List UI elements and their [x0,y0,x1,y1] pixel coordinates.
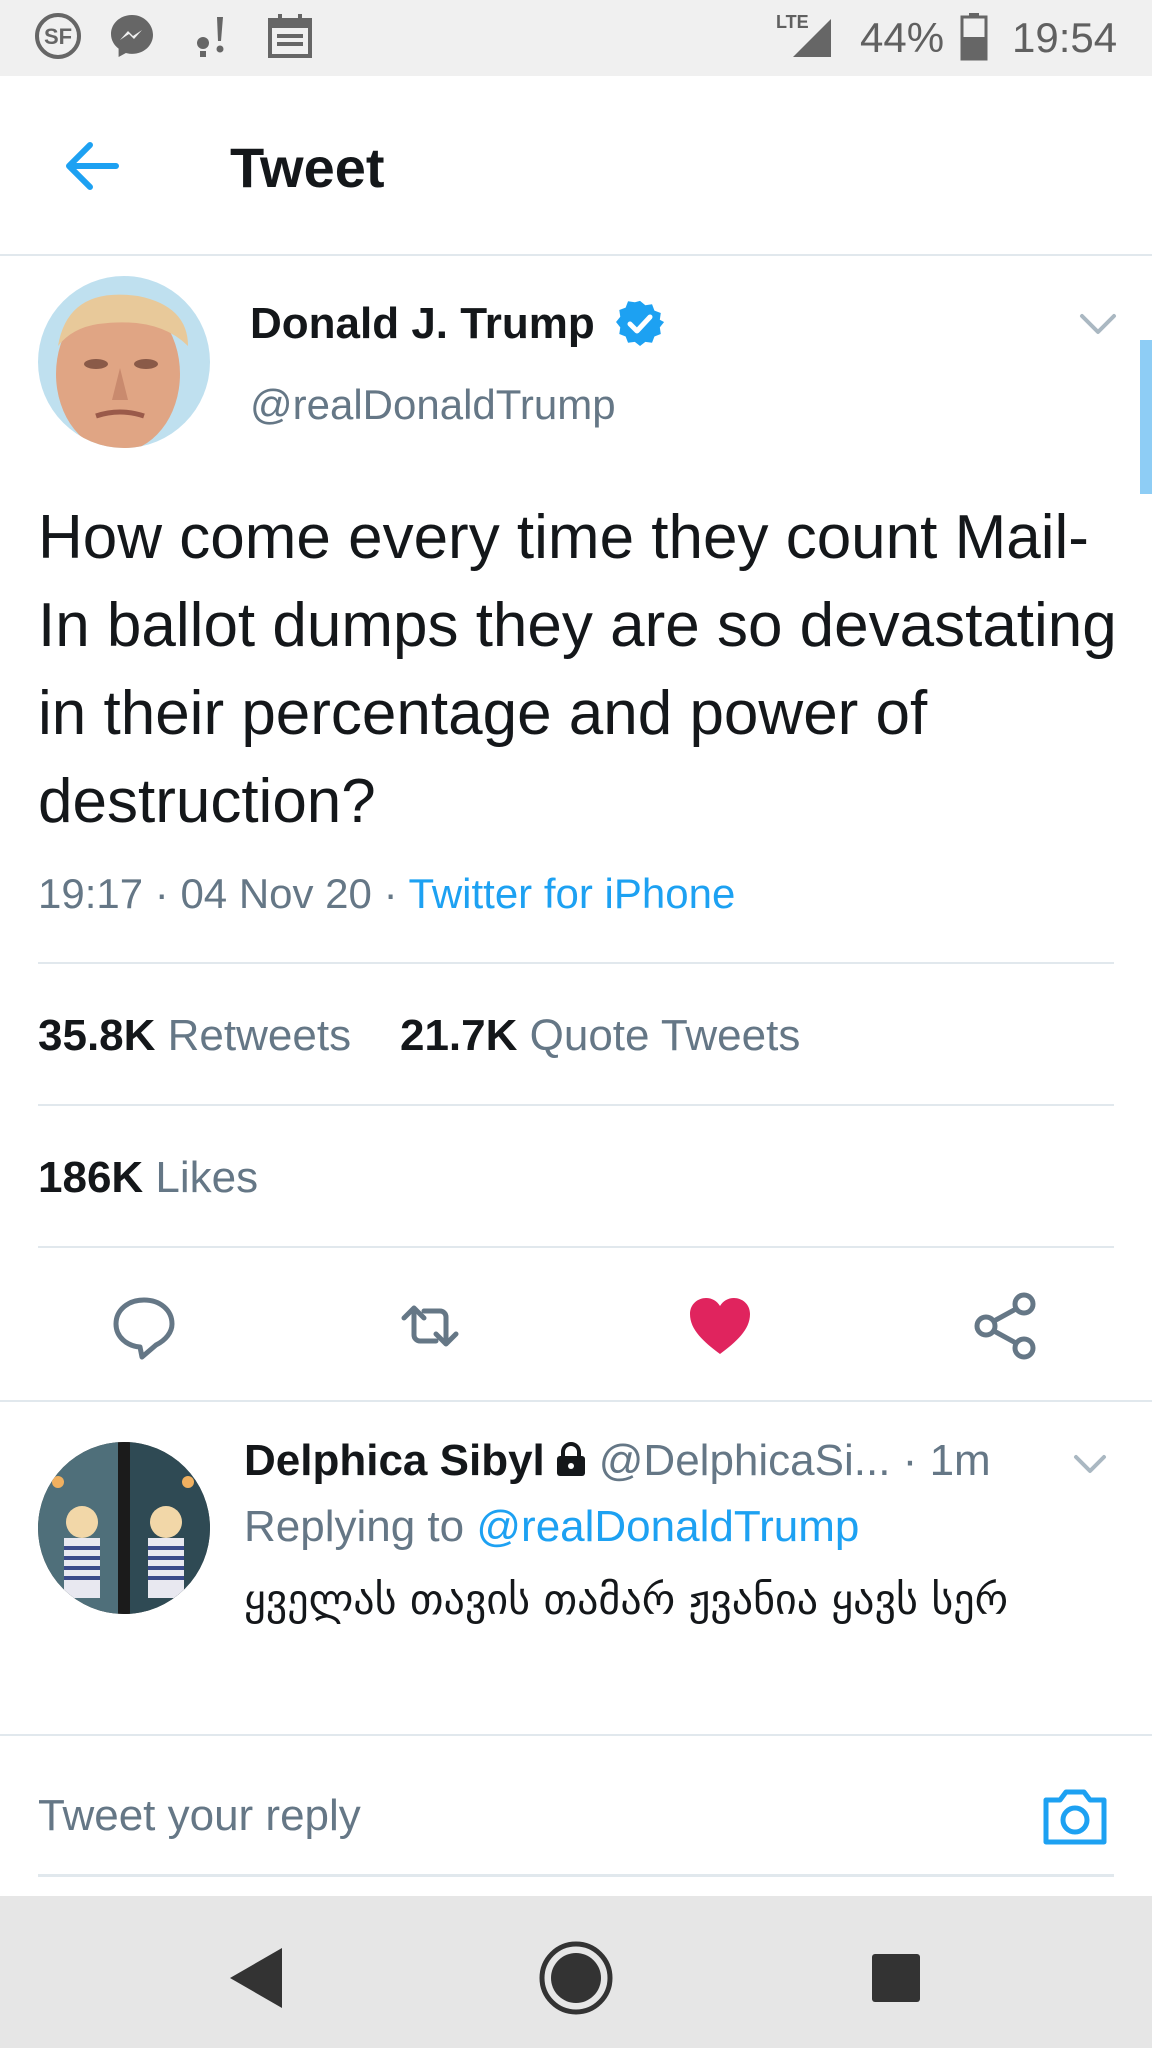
reply-handle[interactable]: @DelphicaSi... [599,1436,891,1485]
reply-age: 1m [929,1436,991,1485]
replying-label: Replying to [244,1502,465,1551]
input-underline [38,1874,1114,1877]
replying-to-mention[interactable]: @realDonaldTrump [476,1502,859,1551]
quotes-count: 21.7K [399,1011,518,1060]
author-name[interactable]: Donald J. Trump [250,296,595,352]
tweet-date: 04 Nov 20 [180,870,372,917]
reply-input[interactable]: Tweet your reply [38,1788,361,1844]
reply-header: Delphica Sibyl @DelphicaSi... · 1m [244,1432,991,1490]
reply-icon[interactable] [108,1290,180,1362]
battery-icon [956,12,992,61]
meta-separator: · [154,870,181,917]
retweets-stat[interactable]: 35.8K Retweets [38,1011,351,1060]
chevron-down-icon[interactable] [1076,302,1120,346]
meta-separator: · [383,870,409,917]
verified-badge-icon [616,300,665,348]
sf-logo-icon: SF [30,12,86,60]
camera-icon[interactable] [1040,1784,1110,1848]
clock: 19:54 [1012,14,1118,61]
messenger-icon [104,12,160,60]
divider [38,1246,1114,1248]
tweet-text: How come every time they count Mail-In b… [38,503,1117,836]
battery-percent: 44% [860,14,945,61]
reply-author-name[interactable]: Delphica Sibyl [244,1436,545,1485]
chevron-down-icon[interactable] [1070,1444,1110,1484]
retweets-label: Retweets [167,1011,352,1060]
reply-avatar[interactable] [38,1442,210,1614]
reply-text: ყველას თავის თამარ ჟვანია ყავს სერ [244,1575,1009,1624]
app-header [0,76,1152,256]
share-icon[interactable] [970,1290,1042,1362]
nav-back-icon[interactable] [216,1938,296,2018]
divider [0,1400,1152,1402]
avatar[interactable] [38,276,210,448]
calendar-icon [262,12,318,60]
arrow-left-icon[interactable] [56,130,128,202]
scrollbar[interactable] [1140,340,1152,494]
likes-count: 186K [38,1153,144,1202]
nav-recents-icon[interactable] [856,1938,936,2018]
author-handle[interactable]: @realDonaldTrump [250,378,616,432]
page-title: Tweet [230,136,385,199]
tweet-meta: 19:17 · 04 Nov 20 · Twitter for iPhone [38,866,735,922]
tweet-source-link[interactable]: Twitter for iPhone [408,870,735,917]
divider [38,962,1114,964]
tweet-time: 19:17 [38,870,144,917]
engagement-stats: 35.8K Retweets 21.7K Quote Tweets [38,1008,800,1064]
likes-label: Likes [155,1153,259,1202]
retweets-count: 35.8K [38,1011,156,1060]
retweet-icon[interactable] [394,1290,466,1362]
meta-separator: · [902,1436,930,1485]
divider [38,1104,1114,1106]
lock-icon [551,1436,591,1476]
replying-to: Replying to @realDonaldTrump [244,1498,859,1556]
likes-stat[interactable]: 186K Likes [38,1150,258,1206]
nav-home-icon[interactable] [536,1938,616,2018]
quotes-label: Quote Tweets [529,1011,801,1060]
svg-text:SF: SF [44,24,72,49]
signal-icon [786,12,838,60]
notification-icon [184,12,240,60]
quotes-stat[interactable]: 21.7K Quote Tweets [400,1011,800,1060]
heart-icon[interactable] [684,1290,756,1362]
